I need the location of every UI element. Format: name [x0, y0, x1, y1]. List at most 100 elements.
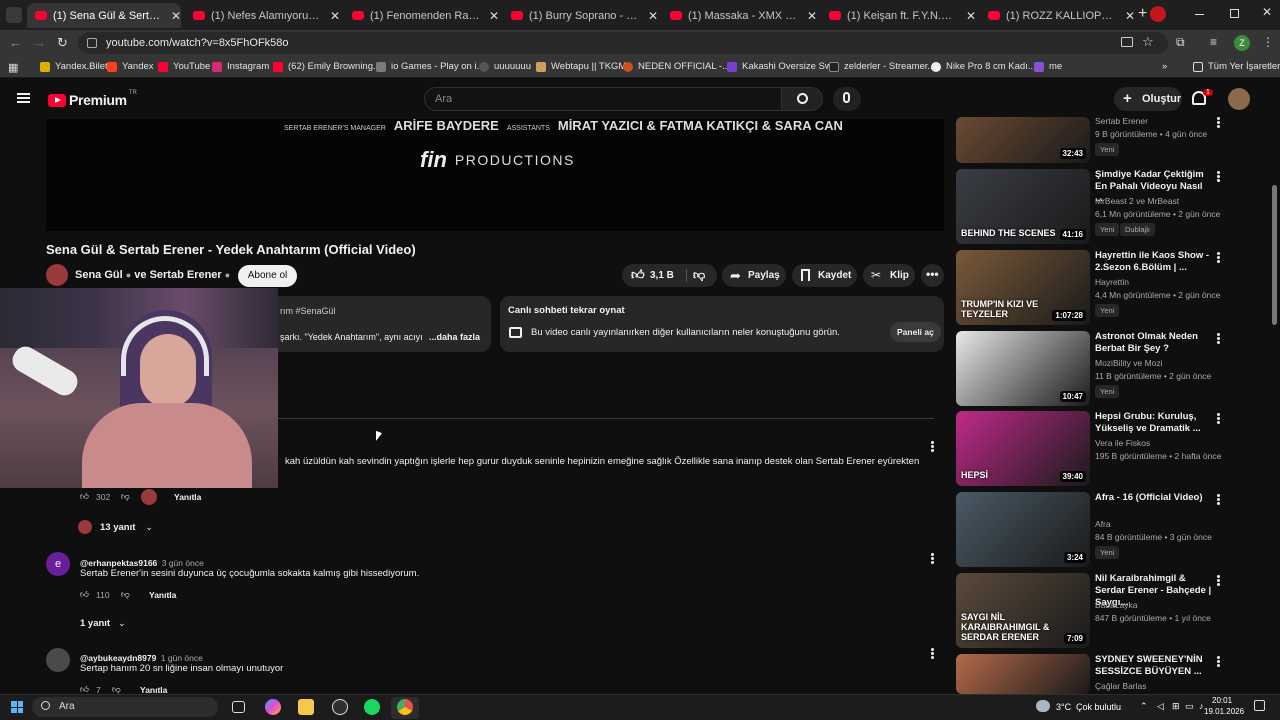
more-actions-button[interactable]: ••• [921, 264, 944, 287]
recommended-channel[interactable]: Afra [1095, 519, 1111, 529]
tab[interactable]: (1) Fenomenden Rapçiye, Rapç ✕ [344, 3, 499, 28]
reply-button[interactable]: Yanıtla [174, 492, 201, 502]
create-button[interactable]: + Oluştur [1114, 87, 1182, 111]
recommended-video-title[interactable]: Hepsi Grubu: Kuruluş, Yükseliş ve Dramat… [1095, 411, 1213, 435]
bookmark-star-icon[interactable]: ☆ [1142, 34, 1154, 50]
replies-toggle[interactable]: 13 yanıt ⌄ [78, 520, 153, 534]
obs-icon[interactable] [332, 699, 348, 715]
video-thumbnail[interactable]: TRUMP'IN KIZI VE TEYZELER 1:07:28 [956, 250, 1090, 325]
clock-time[interactable]: 20:01 [1212, 696, 1232, 705]
like-icon[interactable]: 👍︎ [80, 491, 89, 502]
save-button[interactable]: Kaydet [792, 264, 857, 287]
notifications-icon[interactable] [1254, 700, 1265, 711]
restore-icon[interactable] [1230, 9, 1239, 18]
channel-names[interactable]: Sena Gül ● ve Sertab Erener ● [75, 269, 230, 281]
youtube-logo[interactable]: Premium TR [48, 90, 137, 108]
tab-active[interactable]: (1) Sena Gül & Sertab Erener - Y ✕ [27, 3, 181, 28]
sidebar-scrollbar[interactable] [1272, 185, 1277, 325]
extension-logo-icon[interactable] [1150, 6, 1166, 22]
video-menu-icon[interactable] [1217, 498, 1220, 501]
video-thumbnail[interactable] [956, 654, 1090, 694]
video-thumbnail[interactable]: 10:47 [956, 331, 1090, 406]
language-indicator-icon[interactable]: ⊞ [1172, 701, 1180, 712]
subscribe-button[interactable]: Abone ol [238, 265, 297, 287]
channel-name-2[interactable]: Sertab Erener [150, 269, 222, 281]
video-menu-icon[interactable] [1217, 417, 1220, 420]
weather-temp[interactable]: 3°C [1056, 702, 1071, 712]
close-window-icon[interactable]: ✕ [1262, 5, 1272, 19]
bookmark-item[interactable]: io Games - Play on i... [376, 61, 484, 72]
close-tab-icon[interactable]: ✕ [489, 9, 499, 23]
bookmark-item[interactable]: Webtapu || TKGM [536, 61, 626, 72]
recommended-channel[interactable]: MrBeast 2 ve MrBeast [1095, 196, 1179, 206]
video-menu-icon[interactable] [1217, 256, 1220, 259]
recommended-channel[interactable]: Vera ile Fiskos [1095, 438, 1150, 448]
video-thumbnail[interactable]: SAYGI NİL KARAIBRAHIMGIL & SERDAR ERENER… [956, 573, 1090, 648]
recommended-video-title[interactable]: Afra - 16 (Official Video) [1095, 492, 1213, 504]
bookmark-item[interactable]: me [1034, 61, 1062, 72]
minimize-icon[interactable] [1195, 14, 1204, 15]
video-thumbnail[interactable]: BEHIND THE SCENES 41:16 [956, 169, 1090, 244]
close-tab-icon[interactable]: ✕ [648, 9, 658, 23]
volume-icon[interactable]: ♪ [1199, 701, 1204, 711]
bookmarks-overflow-icon[interactable]: » [1162, 61, 1167, 72]
comment-author[interactable]: @erhanpektas9166 [80, 558, 157, 568]
video-menu-icon[interactable] [1217, 121, 1220, 124]
tab[interactable]: (1) ROZZ KALLIOPE - DİVA - Yo ✕ [980, 3, 1135, 28]
file-explorer-icon[interactable] [298, 699, 314, 715]
site-info-icon[interactable] [87, 38, 97, 48]
video-menu-icon[interactable] [1217, 660, 1220, 663]
video-player[interactable] [46, 119, 944, 231]
commenter-avatar[interactable]: e [46, 552, 70, 576]
spotify-icon[interactable] [364, 699, 380, 715]
search-input[interactable]: Ara [424, 87, 782, 111]
bookmark-item[interactable]: zelderler - Streamer... [829, 61, 935, 72]
commenter-avatar[interactable] [46, 648, 70, 672]
bookmark-item[interactable]: YouTube [158, 61, 210, 72]
like-icon[interactable]: 👍︎ [80, 589, 89, 600]
sound-icon[interactable]: ◁ [1157, 701, 1164, 712]
bookmark-item[interactable]: Instagram [212, 61, 269, 72]
replies-toggle[interactable]: 1 yanıt ⌄ [80, 618, 126, 629]
bookmark-item[interactable]: NEDEN OFFICIAL -... [623, 61, 730, 72]
recommended-video-title[interactable]: Astronot Olmak Neden Berbat Bir Şey ? [1095, 331, 1213, 355]
recommended-video-title[interactable]: SYDNEY SWEENEY'NİN SESSİZCE BÜYÜYEN ... [1095, 654, 1213, 678]
close-tab-icon[interactable]: ✕ [171, 9, 181, 23]
hamburger-menu-icon[interactable] [17, 93, 30, 103]
back-icon[interactable]: ← [9, 35, 22, 50]
description-box[interactable]: rım #SenaGül şarkı. "Yedek Anahtarım", a… [278, 296, 491, 352]
video-menu-icon[interactable] [1217, 337, 1220, 340]
close-tab-icon[interactable]: ✕ [330, 9, 340, 23]
weather-desc[interactable]: Çok bulutlu [1076, 702, 1121, 712]
media-controls-icon[interactable]: ≡ [1210, 35, 1217, 49]
dislike-icon[interactable]: 👎︎ [693, 264, 705, 287]
comment-menu-icon[interactable] [931, 445, 934, 448]
all-bookmarks-folder[interactable]: Tüm Yer İşaretleri [1193, 61, 1280, 72]
share-button[interactable]: ➦ Paylaş [722, 264, 786, 287]
comment-author[interactable]: @aybukeaydn8979 [80, 653, 156, 663]
tab[interactable]: (1) Massaka - XMX (Official vide ✕ [662, 3, 817, 28]
apps-grid-icon[interactable]: ▦ [8, 61, 18, 74]
task-view-icon[interactable] [232, 701, 245, 713]
recommended-channel[interactable]: Sertab Erener [1095, 116, 1148, 126]
dislike-icon[interactable]: 👎︎ [121, 491, 130, 502]
bookmark-item[interactable]: Nike Pro 8 cm Kadı... [931, 61, 1036, 72]
cast-icon[interactable] [1121, 37, 1133, 47]
video-thumbnail[interactable]: 3:24 [956, 492, 1090, 567]
video-menu-icon[interactable] [1217, 175, 1220, 178]
new-tab-button[interactable]: + [1138, 5, 1147, 23]
close-tab-icon[interactable]: ✕ [807, 9, 817, 23]
tab[interactable]: (1) Nefes Alamıyorum - YouTub ✕ [185, 3, 340, 28]
dislike-icon[interactable]: 👎︎ [121, 589, 130, 600]
comment-time[interactable]: 1 gün önce [161, 653, 203, 663]
bookmark-item[interactable]: Yandex [107, 61, 154, 72]
account-avatar[interactable] [1228, 88, 1250, 110]
bookmark-item[interactable]: (62) Emily Browning... [273, 61, 381, 72]
close-tab-icon[interactable]: ✕ [1125, 9, 1135, 23]
like-count[interactable]: 3,1 B [650, 264, 674, 287]
tab[interactable]: (1) Keişan ft. F.Y.N.X - Kurtulam ✕ [821, 3, 976, 28]
show-more-link[interactable]: ...daha fazla [429, 332, 480, 342]
search-button[interactable] [781, 87, 823, 111]
reload-icon[interactable]: ↻ [57, 35, 68, 51]
copilot-icon[interactable] [265, 699, 281, 715]
